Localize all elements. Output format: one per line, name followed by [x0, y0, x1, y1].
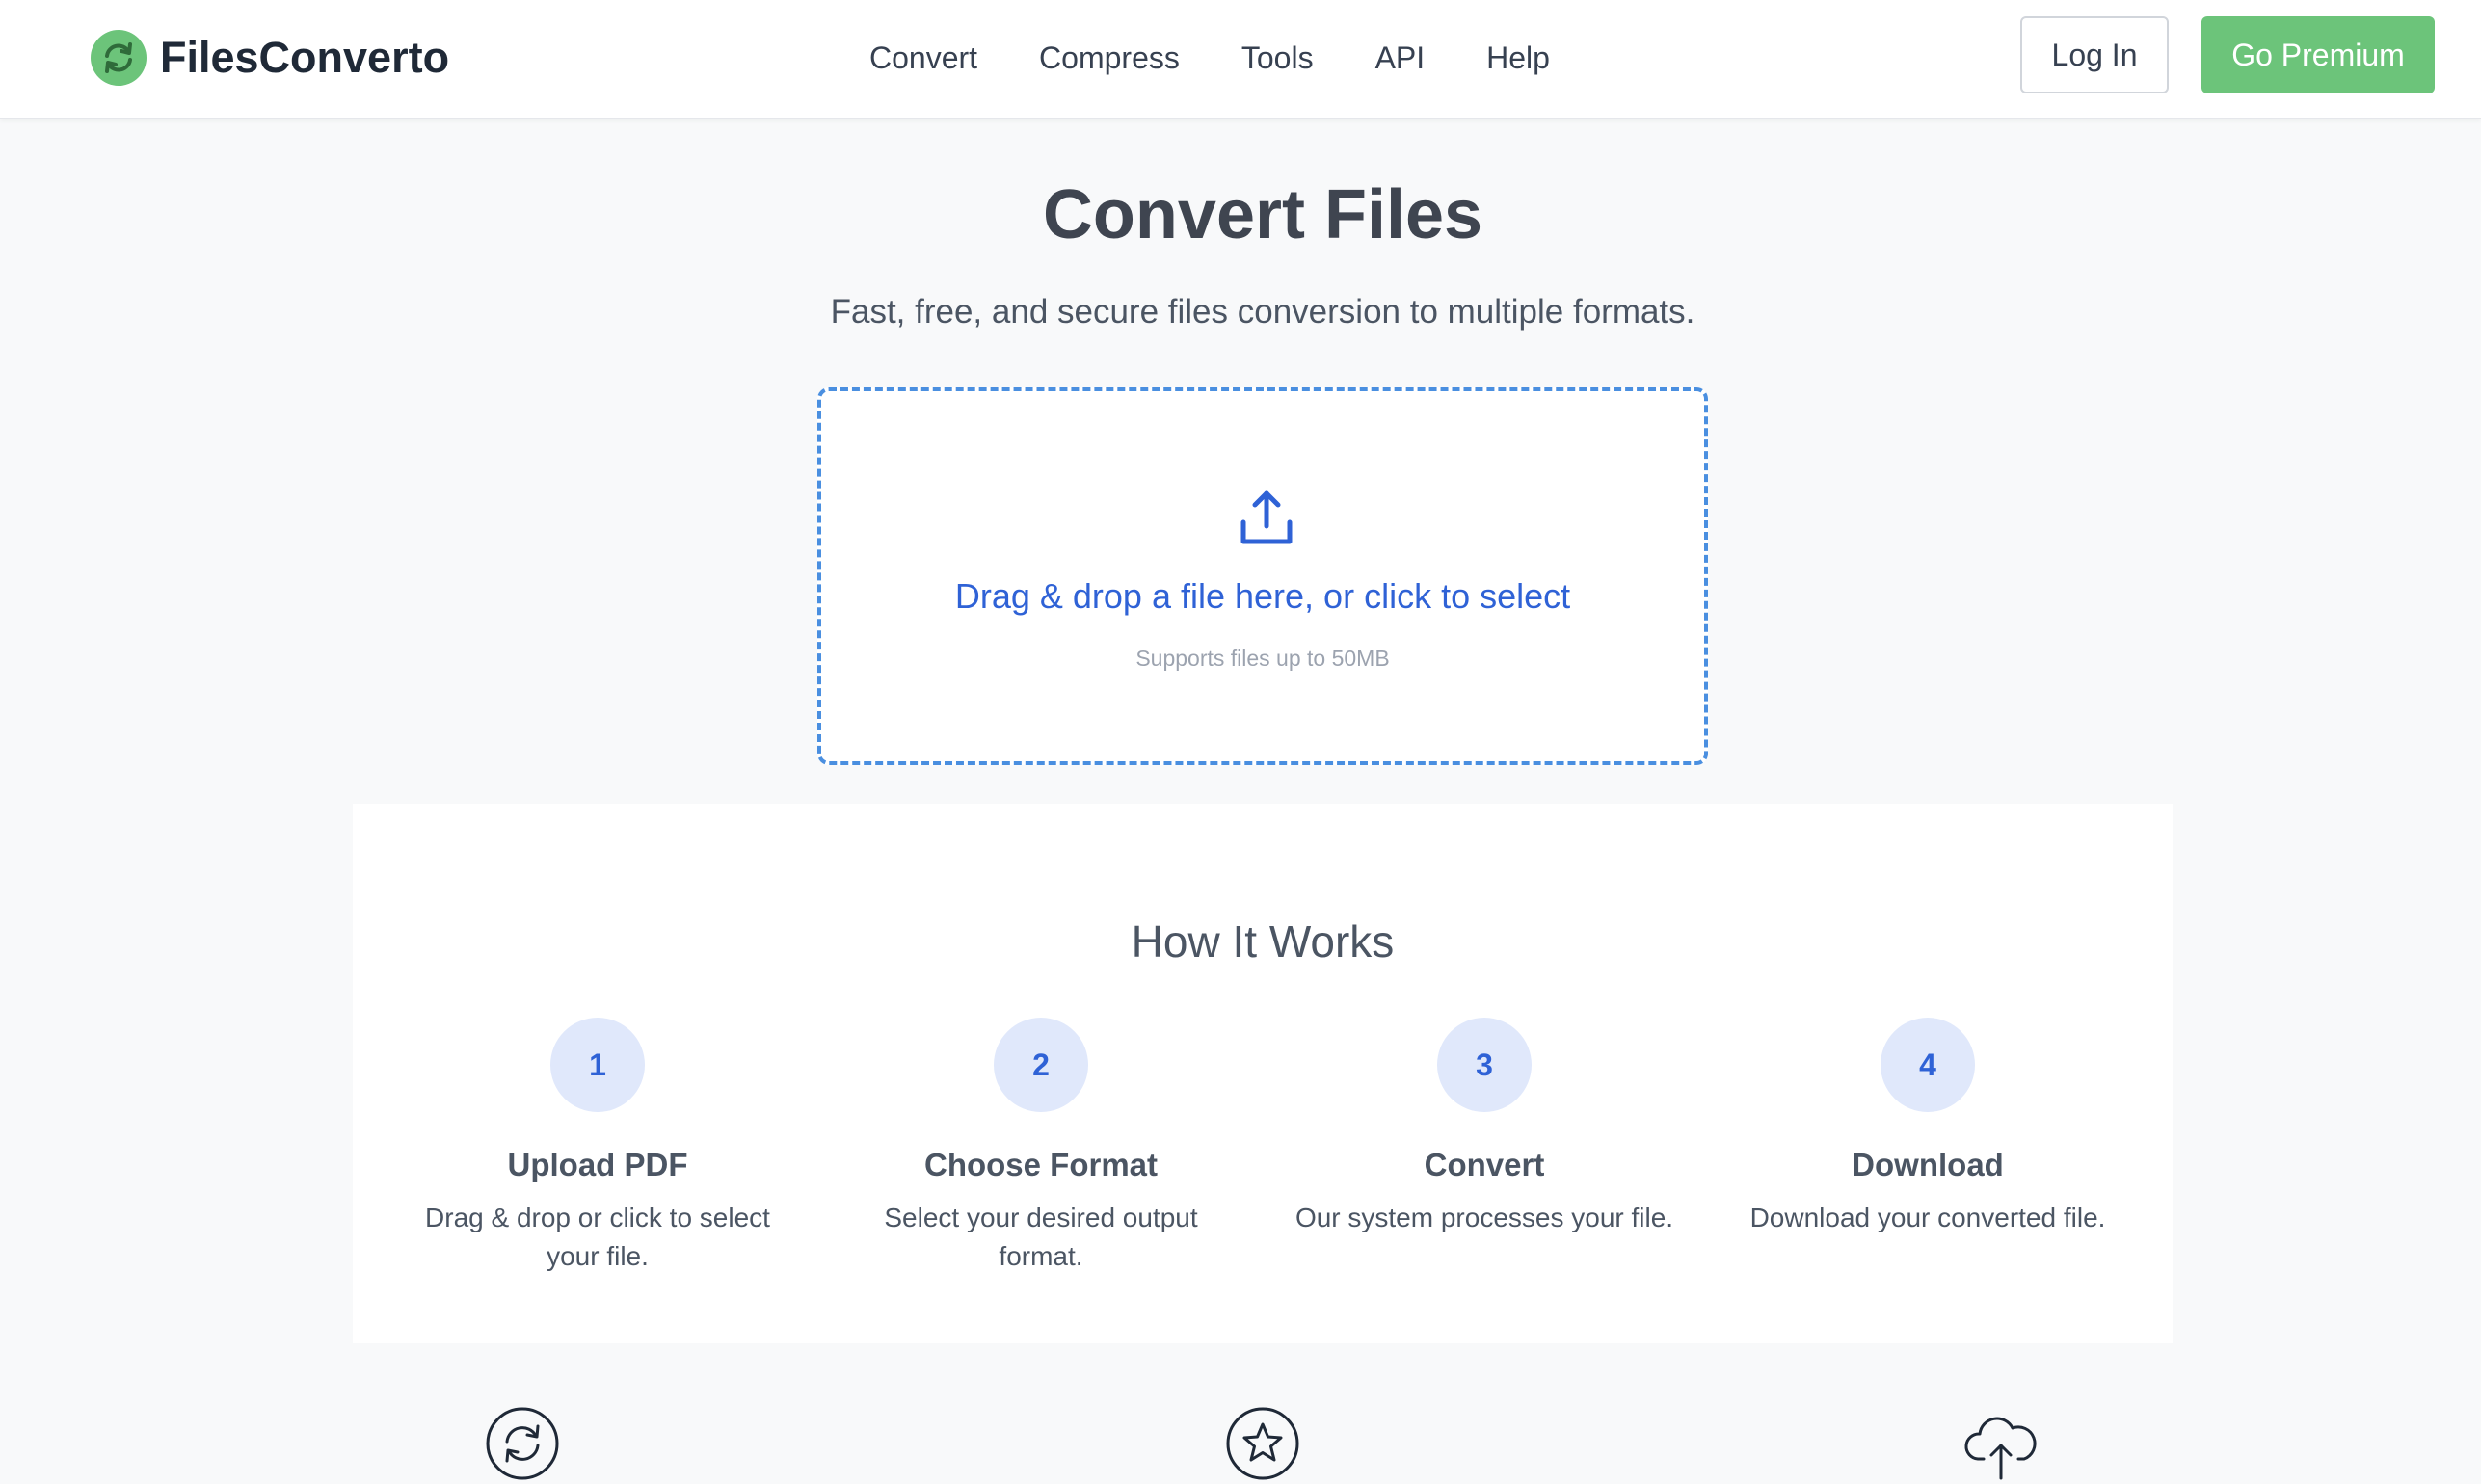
- dropzone-size-note: Supports files up to 50MB: [1135, 646, 1390, 671]
- refresh-icon: [486, 1407, 559, 1480]
- login-button[interactable]: Log In: [2020, 16, 2169, 93]
- step-number-badge: 2: [994, 1018, 1088, 1112]
- how-it-works-title: How It Works: [1131, 916, 1395, 967]
- step-title: Download: [1852, 1147, 2004, 1182]
- nav-item-tools[interactable]: Tools: [1241, 40, 1314, 76]
- nav-item-compress[interactable]: Compress: [1039, 40, 1180, 76]
- nav-item-help[interactable]: Help: [1486, 40, 1550, 76]
- dropzone-prompt: Drag & drop a file here, or click to sel…: [954, 576, 1571, 616]
- upload-icon: [1240, 490, 1293, 544]
- star-icon: [1226, 1407, 1299, 1480]
- nav-item-convert[interactable]: Convert: [869, 40, 977, 76]
- refresh-circle-icon: [91, 30, 147, 86]
- step-description: Our system processes your file.: [1294, 1203, 1674, 1232]
- step-title: Upload PDF: [507, 1147, 688, 1182]
- step-description: Select your desired output format.: [884, 1203, 1198, 1271]
- step-title: Convert: [1424, 1147, 1545, 1182]
- top-navbar: FilesConverto Convert Compress Tools API…: [0, 0, 2481, 119]
- file-dropzone[interactable]: Drag & drop a file here, or click to sel…: [817, 387, 1708, 765]
- step-card: 1 Upload PDF Drag & drop or click to sel…: [395, 1018, 800, 1276]
- main-nav: Convert Compress Tools API Help: [869, 31, 1612, 85]
- brand-logo[interactable]: FilesConverto: [91, 27, 449, 89]
- step-description: Download your converted file.: [1749, 1203, 2106, 1232]
- step-title: Choose Format: [923, 1147, 1159, 1182]
- step-card: 2 Choose Format Select your desired outp…: [839, 1018, 1243, 1276]
- step-card: 4 Download Download your converted file.: [1725, 1018, 2130, 1237]
- page-subtitle: Fast, free, and secure files conversion …: [830, 293, 1695, 331]
- brand-name: FilesConverto: [160, 33, 450, 82]
- nav-item-api[interactable]: API: [1375, 40, 1426, 76]
- step-number-badge: 4: [1881, 1018, 1975, 1112]
- how-it-works-section: How It Works 1 Upload PDF Drag & drop or…: [353, 804, 2173, 1343]
- step-number-badge: 3: [1437, 1018, 1532, 1112]
- step-description: Drag & drop or click to select your file…: [425, 1203, 770, 1271]
- step-number-badge: 1: [550, 1018, 645, 1112]
- step-card: 3 Convert Our system processes your file…: [1282, 1018, 1687, 1237]
- go-premium-button[interactable]: Go Premium: [2201, 16, 2435, 93]
- page-title: Convert Files: [1042, 176, 1483, 253]
- cloud-upload-icon: [1964, 1417, 2037, 1480]
